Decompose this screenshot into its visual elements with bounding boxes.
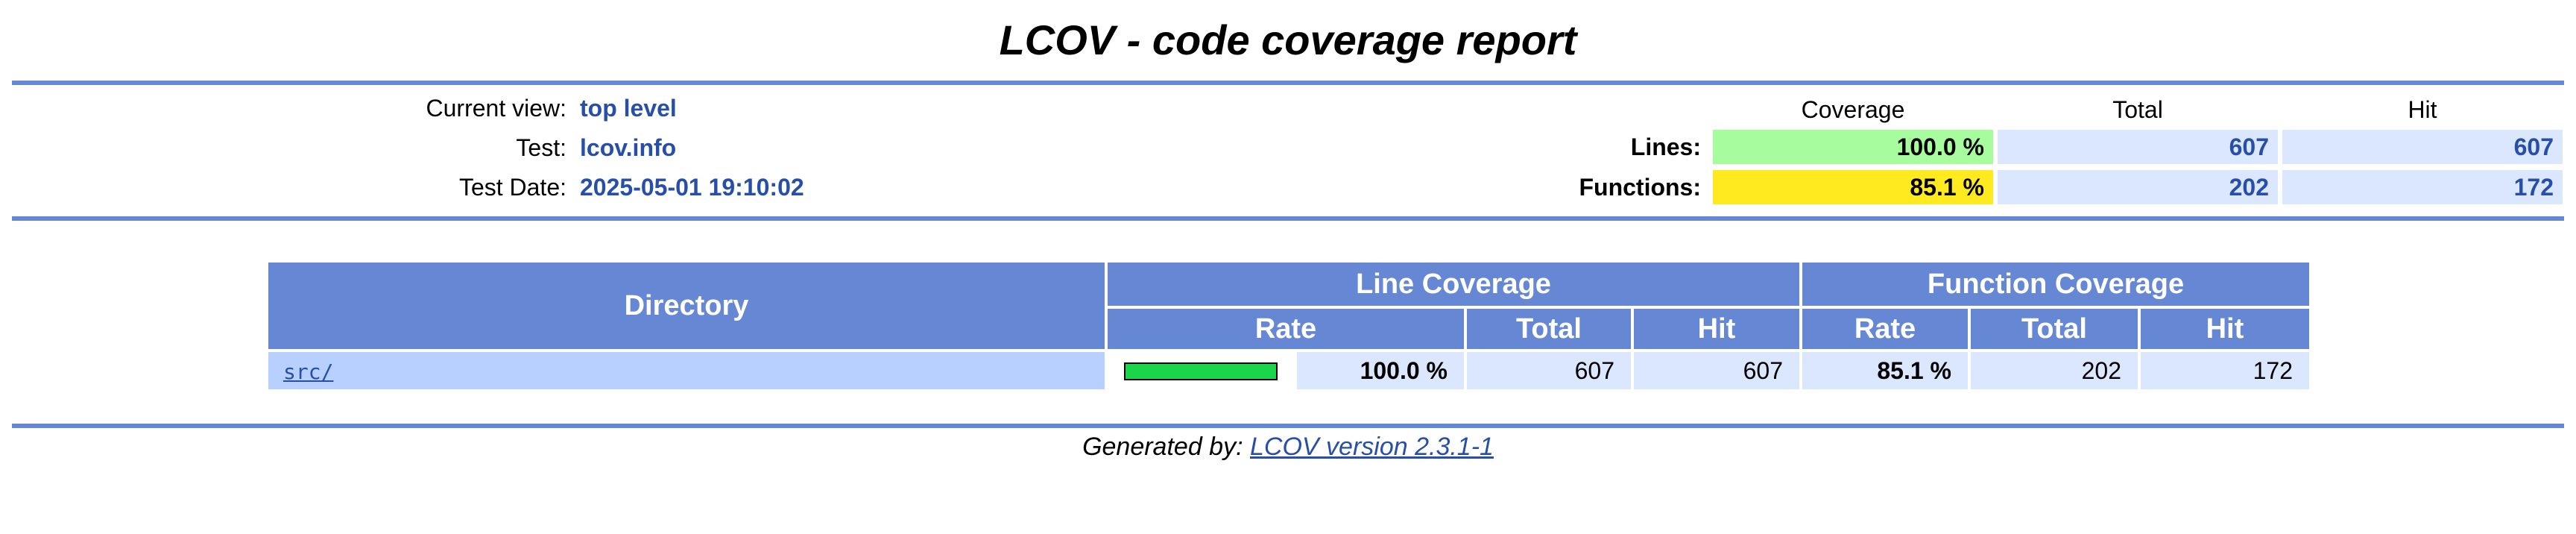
test-date-label: Test Date:: [458, 174, 566, 201]
line-rate-header[interactable]: Rate: [1108, 309, 1464, 349]
function-total-header[interactable]: Total: [1971, 309, 2138, 349]
directory-link-src[interactable]: src/: [283, 359, 333, 384]
function-hit-header[interactable]: Hit: [2141, 309, 2309, 349]
summary-functions-hit: 172: [2282, 170, 2563, 204]
summary-lines-coverage: 100.0 %: [1713, 130, 1993, 164]
line-coverage-bar-fill: [1126, 364, 1276, 379]
function-hit-cell: 172: [2141, 352, 2309, 389]
summary-lines-label: Lines:: [1630, 134, 1701, 160]
generated-by-label: Generated by:: [1082, 433, 1243, 461]
test-label: Test:: [516, 134, 566, 161]
line-total-header[interactable]: Total: [1467, 309, 1631, 349]
summary-functions-total: 202: [1998, 170, 2278, 204]
function-rate-header[interactable]: Rate: [1802, 309, 1968, 349]
line-coverage-bar-cell: [1108, 352, 1294, 389]
line-rate-cell: 100.0 %: [1297, 352, 1464, 389]
directory-header[interactable]: Directory: [268, 263, 1105, 349]
line-coverage-bar: [1124, 362, 1278, 380]
summary-functions-coverage: 85.1 %: [1713, 170, 1993, 204]
info-divider: [12, 216, 2564, 221]
test-date-value: 2025-05-01 19:10:02: [580, 174, 804, 201]
test-value: lcov.info: [580, 134, 677, 161]
footer: Generated by: LCOV version 2.3.1-1: [0, 430, 2576, 464]
line-hit-cell: 607: [1634, 352, 1799, 389]
line-total-cell: 607: [1467, 352, 1631, 389]
function-rate-cell: 85.1 %: [1802, 352, 1968, 389]
lcov-version-link[interactable]: LCOV version 2.3.1-1: [1250, 433, 1494, 461]
summary-total-header: Total: [2112, 96, 2163, 123]
summary-hit-header: Hit: [2408, 96, 2437, 123]
summary-lines-hit: 607: [2282, 130, 2563, 164]
footer-divider: [12, 424, 2564, 428]
current-view-label: Current view:: [426, 95, 567, 122]
summary-coverage-header: Coverage: [1801, 96, 1905, 123]
line-hit-header[interactable]: Hit: [1634, 309, 1799, 349]
function-coverage-header: Function Coverage: [1802, 263, 2309, 306]
line-coverage-header: Line Coverage: [1108, 263, 1799, 306]
top-divider: [12, 81, 2564, 85]
current-view-value: top level: [580, 95, 677, 122]
page-title: LCOV - code coverage report: [999, 16, 1577, 63]
function-total-cell: 202: [1971, 352, 2138, 389]
summary-lines-total: 607: [1998, 130, 2278, 164]
table-row-directory: src/: [268, 352, 1105, 389]
summary-functions-label: Functions:: [1579, 174, 1701, 201]
